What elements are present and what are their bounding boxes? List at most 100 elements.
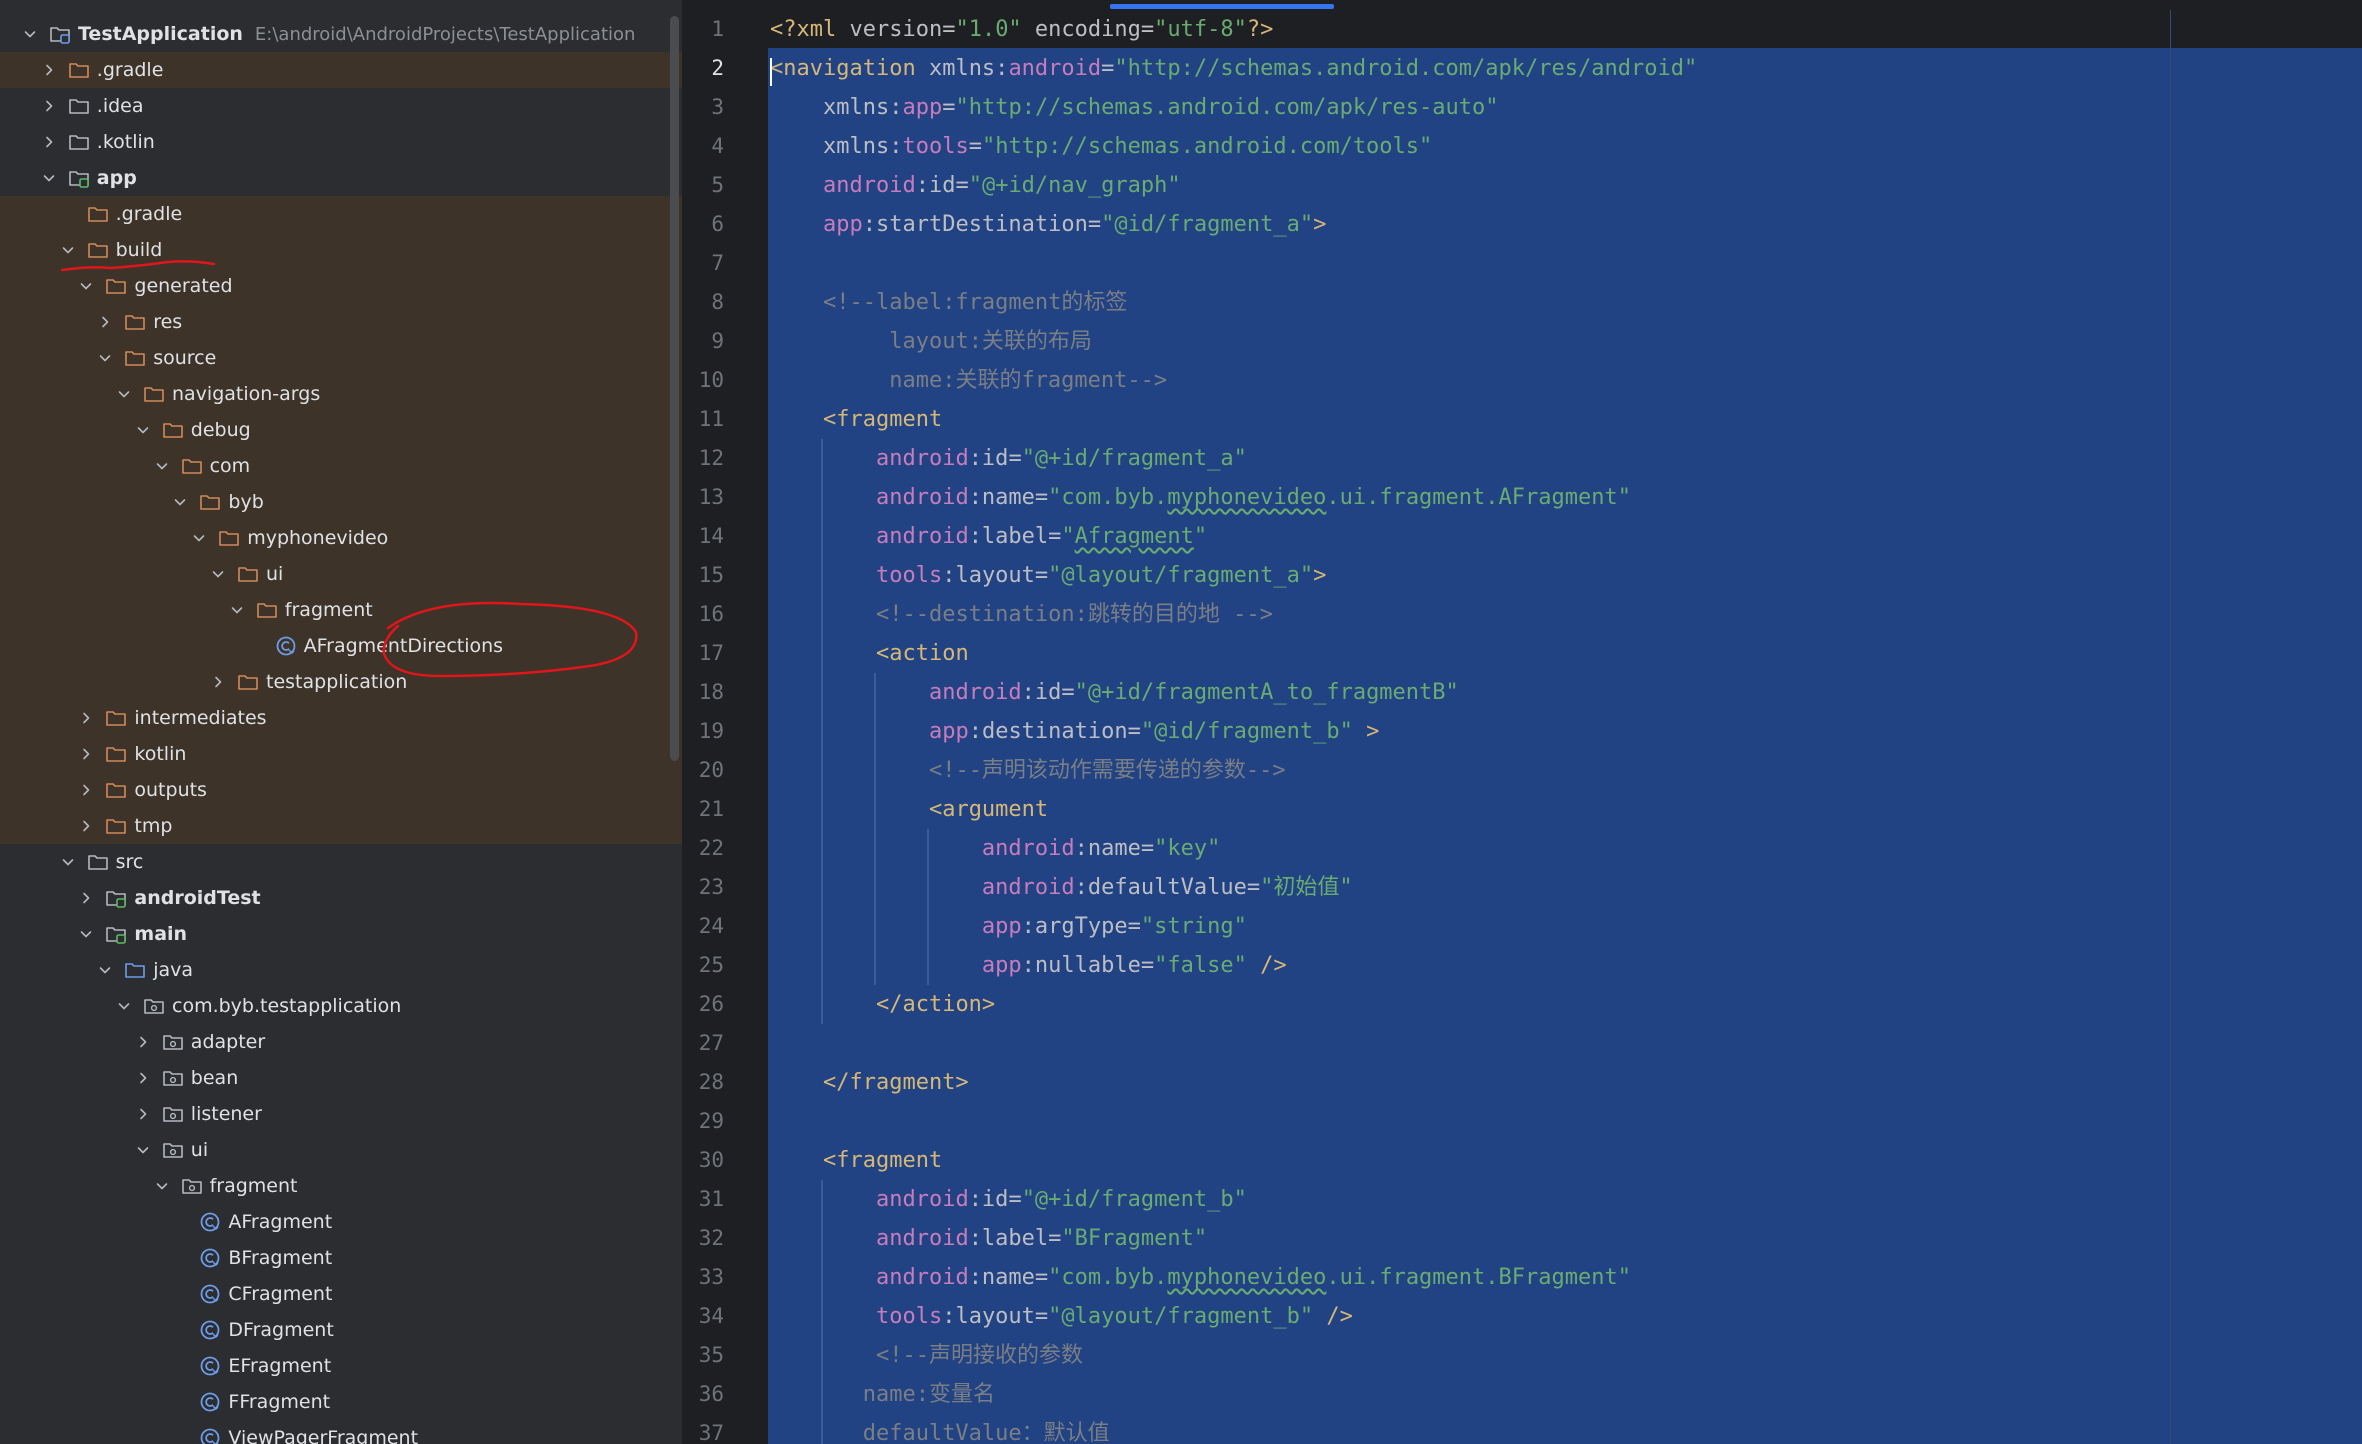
tree-item-fragment[interactable]: fragment [0,1168,682,1204]
chevron-down-icon[interactable] [76,276,96,296]
code-line[interactable]: 37 defaultValue：默认值 [684,1414,2362,1444]
tree-item-intermediates[interactable]: intermediates [0,700,682,736]
code-line[interactable]: 36 name:变量名 [684,1375,2362,1414]
tree-item-bfragment[interactable]: BFragment [0,1240,682,1276]
tree-item-source[interactable]: source [0,340,682,376]
code-line[interactable]: 14 android:label="Afragment" [684,517,2362,556]
tree-item-testapplication[interactable]: testapplication [0,664,682,700]
code-line[interactable]: 12 android:id="@+id/fragment_a" [684,439,2362,478]
tree-item-listener[interactable]: listener [0,1096,682,1132]
tree-item-kotlin[interactable]: kotlin [0,736,682,772]
code-line[interactable]: 33 android:name="com.byb.myphonevideo.ui… [684,1258,2362,1297]
code-line[interactable]: 32 android:label="BFragment" [684,1219,2362,1258]
tree-item-gradle[interactable]: .gradle [0,52,682,88]
tree-item-build[interactable]: build [0,232,682,268]
chevron-down-icon[interactable] [95,348,115,368]
chevron-down-icon[interactable] [20,24,40,44]
tree-item-src[interactable]: src [0,844,682,880]
tree-item-byb[interactable]: byb [0,484,682,520]
tree-item-fragment-gen[interactable]: fragment [0,592,682,628]
code-line[interactable]: 11 <fragment [684,400,2362,439]
chevron-down-icon[interactable] [95,960,115,980]
code-line[interactable]: 30 <fragment [684,1141,2362,1180]
tree-item-generated[interactable]: generated [0,268,682,304]
tree-item-idea[interactable]: .idea [0,88,682,124]
chevron-right-icon[interactable] [39,96,59,116]
code-line[interactable]: 1 <?xml version="1.0" encoding="utf-8"?> [684,10,2362,49]
code-line[interactable]: 13 android:name="com.byb.myphonevideo.ui… [684,478,2362,517]
code-line[interactable]: 2 <navigation xmlns:android="http://schem… [684,49,2362,88]
tree-item-root[interactable]: TestApplication E:\android\AndroidProject… [0,16,682,52]
chevron-down-icon[interactable] [114,996,134,1016]
code-line[interactable]: 10 name:关联的fragment--> [684,361,2362,400]
code-line[interactable]: 34 tools:layout="@layout/fragment_b" /> [684,1297,2362,1336]
chevron-right-icon[interactable] [133,1068,153,1088]
code-line[interactable]: 23 android:defaultValue="初始值" [684,868,2362,907]
chevron-down-icon[interactable] [152,1176,172,1196]
tree-item-app[interactable]: app [0,160,682,196]
chevron-down-icon[interactable] [58,852,78,872]
tree-item-res[interactable]: res [0,304,682,340]
code-line[interactable]: 35 <!--声明接收的参数 [684,1336,2362,1375]
code-line[interactable]: 21 <argument [684,790,2362,829]
tree-item-navigation-args[interactable]: navigation-args [0,376,682,412]
tree-item-java[interactable]: java [0,952,682,988]
code-line[interactable]: 9 layout:关联的布局 [684,322,2362,361]
chevron-down-icon[interactable] [170,492,190,512]
chevron-right-icon[interactable] [39,132,59,152]
tree-item-bean[interactable]: bean [0,1060,682,1096]
tree-item-myphonevideo[interactable]: myphonevideo [0,520,682,556]
tree-item-viewpagerfragment[interactable]: ViewPagerFragment [0,1420,682,1444]
code-line[interactable]: 7 [684,244,2362,283]
tree-item-package[interactable]: com.byb.testapplication [0,988,682,1024]
code-line[interactable]: 16 <!--destination:跳转的目的地 --> [684,595,2362,634]
tree-item-main[interactable]: main [0,916,682,952]
tree-item-com[interactable]: com [0,448,682,484]
tree-item-outputs[interactable]: outputs [0,772,682,808]
chevron-down-icon[interactable] [76,924,96,944]
tree-item-debug[interactable]: debug [0,412,682,448]
code-line[interactable]: 8 <!--label:fragment的标签 [684,283,2362,322]
tree-item-androidtest[interactable]: androidTest [0,880,682,916]
tree-item-kotlin-root[interactable]: .kotlin [0,124,682,160]
tree-item-efragment[interactable]: EFragment [0,1348,682,1384]
code-line[interactable]: 29 [684,1102,2362,1141]
tree-item-adapter[interactable]: adapter [0,1024,682,1060]
tree-item-dfragment[interactable]: DFragment [0,1312,682,1348]
code-line[interactable]: 28 </fragment> [684,1063,2362,1102]
chevron-down-icon[interactable] [133,1140,153,1160]
code-line[interactable]: 3 xmlns:app="http://schemas.android.com/… [684,88,2362,127]
code-line[interactable]: 17 <action [684,634,2362,673]
chevron-down-icon[interactable] [114,384,134,404]
chevron-right-icon[interactable] [95,312,115,332]
code-line[interactable]: 15 tools:layout="@layout/fragment_a"> [684,556,2362,595]
tree-item-tmp[interactable]: tmp [0,808,682,844]
chevron-right-icon[interactable] [133,1104,153,1124]
tree-item-ui-gen[interactable]: ui [0,556,682,592]
code-editor[interactable]: 1 <?xml version="1.0" encoding="utf-8"?> 2… [684,0,2362,1444]
tree-scrollbar[interactable] [670,16,679,761]
code-line[interactable]: 6 app:startDestination="@id/fragment_a"> [684,205,2362,244]
tree-item-afragmentdirections[interactable]: AFragmentDirections [0,628,682,664]
code-line[interactable]: 31 android:id="@+id/fragment_b" [684,1180,2362,1219]
active-tab-indicator[interactable] [1110,4,1334,9]
code-line[interactable]: 19 app:destination="@id/fragment_b" > [684,712,2362,751]
tree-item-app-gradle[interactable]: .gradle [0,196,682,232]
chevron-right-icon[interactable] [76,744,96,764]
chevron-down-icon[interactable] [208,564,228,584]
code-line[interactable]: 22 android:name="key" [684,829,2362,868]
tree-item-afragment[interactable]: AFragment [0,1204,682,1240]
chevron-down-icon[interactable] [133,420,153,440]
tree-item-ffragment[interactable]: FFragment [0,1384,682,1420]
code-line[interactable]: 26 </action> [684,985,2362,1024]
chevron-right-icon[interactable] [76,888,96,908]
chevron-right-icon[interactable] [76,816,96,836]
chevron-right-icon[interactable] [208,672,228,692]
tree-item-ui[interactable]: ui [0,1132,682,1168]
code-line[interactable]: 18 android:id="@+id/fragmentA_to_fragmen… [684,673,2362,712]
code-line[interactable]: 20 <!--声明该动作需要传递的参数--> [684,751,2362,790]
chevron-right-icon[interactable] [76,708,96,728]
chevron-right-icon[interactable] [76,780,96,800]
code-line[interactable]: 24 app:argType="string" [684,907,2362,946]
chevron-down-icon[interactable] [39,168,59,188]
